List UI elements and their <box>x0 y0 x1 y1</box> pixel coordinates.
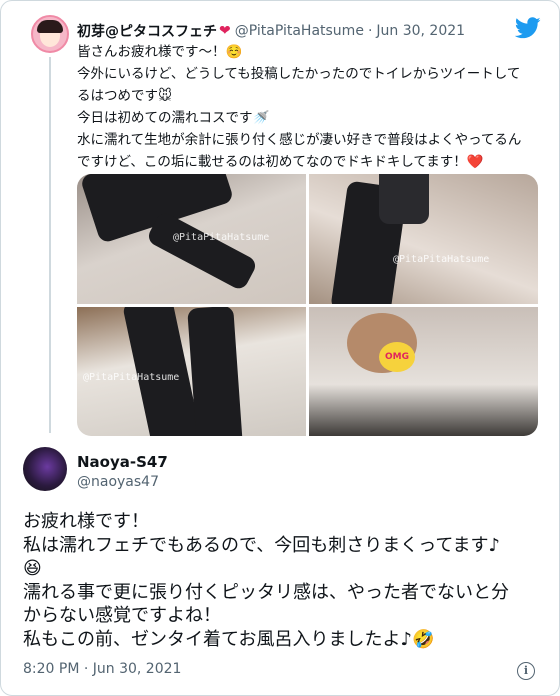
omg-sticker: OMG <box>379 342 415 372</box>
quoted-text-line: 水に濡れて生地が余計に張り付く感じが凄い好きで普段はよくやってるん <box>77 132 522 148</box>
quoted-text-line: ですけど、この垢に載せるのは初めてなのでドキドキしてます！❤️ <box>77 154 484 170</box>
photo-watermark: @PitaPitaHatsume <box>83 372 180 383</box>
header-separator: · <box>367 23 373 39</box>
reply-tweet-text: お疲れ様です！ 私は濡れフェチでもあるので、今回も刺さりまくってます♪ 😆 濡れ… <box>23 510 543 651</box>
quoted-author-avatar[interactable] <box>31 15 69 53</box>
media-photo-3[interactable]: @PitaPitaHatsume <box>77 307 306 436</box>
quoted-tweet-text: 皆さんお疲れ様です～！☺️ 今外にいるけど、どうしても投稿したかったのでトイレか… <box>77 41 549 173</box>
reply-text-line: 😆 <box>23 558 42 579</box>
reply-text-line: からない感覚ですよね！ <box>23 605 221 626</box>
quoted-author-handle[interactable]: @PitaPitaHatsume <box>235 23 364 39</box>
reply-timestamp[interactable]: 8:20 PM · Jun 30, 2021 <box>23 661 181 677</box>
reply-text-line: 私は濡れフェチでもあるので、今回も刺さりまくってます♪ <box>23 534 500 556</box>
media-photo-2[interactable]: @PitaPitaHatsume <box>309 174 538 304</box>
quoted-tweet-header: 初芽@ピタコスフェチ ❤ @PitaPitaHatsume · Jun 30, … <box>77 21 465 41</box>
reply-author-handle[interactable]: @naoyas47 <box>77 474 159 490</box>
quoted-author-name[interactable]: 初芽@ピタコスフェチ <box>77 21 217 41</box>
reply-text-line: お疲れ様です！ <box>23 511 149 532</box>
quoted-text-line: 今外にいるけど、どうしても投稿したかったのでトイレからツイートして <box>77 66 521 82</box>
media-photo-1[interactable]: @PitaPitaHatsume <box>77 174 306 304</box>
tweet-embed-card: 初芽@ピタコスフェチ ❤ @PitaPitaHatsume · Jun 30, … <box>0 0 560 696</box>
quoted-tweet-date[interactable]: Jun 30, 2021 <box>376 23 465 39</box>
media-photo-4[interactable]: OMG <box>309 307 538 436</box>
reply-text-line: 私もこの前、ゼンタイ着てお風呂入りましたよ♪🤣 <box>23 628 435 650</box>
quoted-text-line: 皆さんお疲れ様です～！☺️ <box>77 44 243 60</box>
twitter-bird-icon[interactable] <box>515 17 541 39</box>
media-grid: @PitaPitaHatsume @PitaPitaHatsume @PitaP… <box>77 174 538 436</box>
quoted-text-line: るはつめです🐭 <box>77 88 173 104</box>
photo-watermark: @PitaPitaHatsume <box>393 254 490 265</box>
photo-watermark: @PitaPitaHatsume <box>173 232 270 243</box>
heart-icon: ❤ <box>219 23 231 39</box>
quoted-text-line: 今日は初めての濡れコスです🚿 <box>77 110 270 126</box>
reply-author-avatar[interactable] <box>23 447 67 491</box>
info-icon[interactable]: i <box>517 662 535 680</box>
thread-connector-line <box>49 57 51 433</box>
reply-author-name[interactable]: Naoya-S47 <box>77 453 168 471</box>
reply-text-line: 濡れる事で更に張り付くピッタリ感は、やった者でないと分 <box>23 581 509 603</box>
